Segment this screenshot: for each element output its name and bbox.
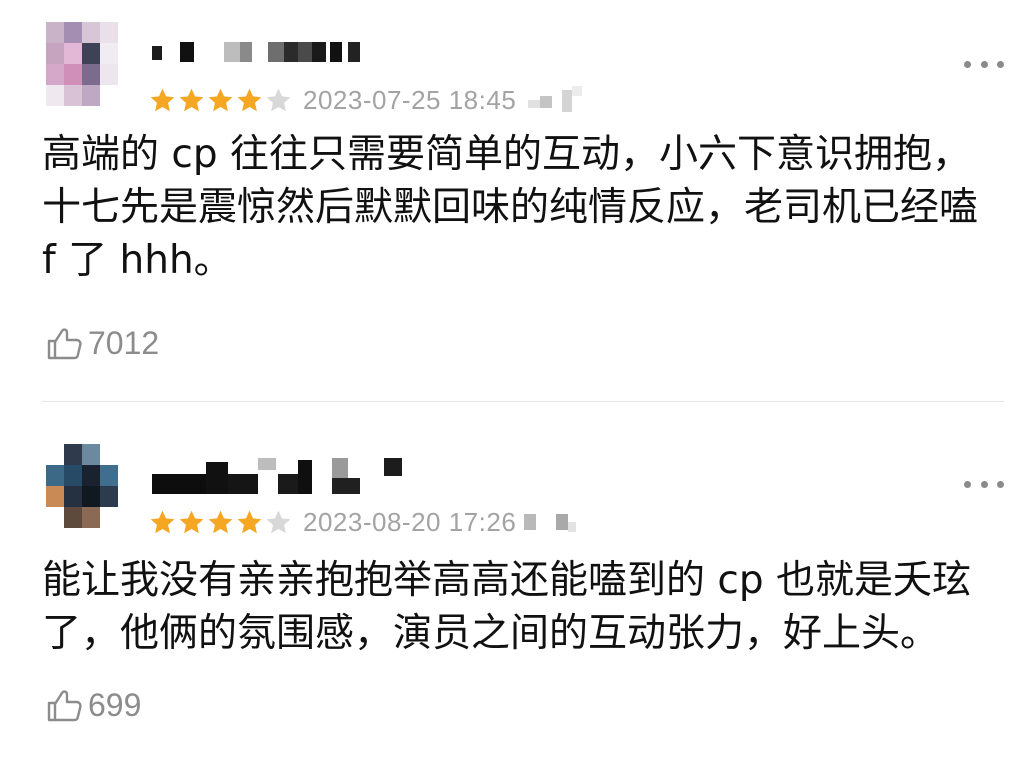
star-filled-icon [235, 86, 264, 115]
like-count: 7012 [88, 324, 160, 361]
divider [42, 401, 1004, 402]
review-timestamp: 2023-08-20 17:26 [303, 506, 517, 537]
reviews-page: 2023-07-25 18:45 高端的 cp 往往只需要简单的互动，小六下意识… [0, 0, 1024, 768]
star-filled-icon [206, 86, 235, 115]
review-item: 2023-08-20 17:26 能让我没有亲亲抱抱举高高还能嗑到的 cp 也就… [0, 404, 1024, 768]
username-redacted[interactable] [152, 456, 412, 496]
star-rating [148, 506, 293, 538]
star-filled-icon [148, 86, 177, 115]
more-horizontal-dots-icon [964, 60, 971, 68]
review-meta: 2023-07-25 18:45 [148, 84, 586, 116]
star-filled-icon [148, 508, 177, 537]
star-empty-icon [264, 86, 293, 115]
like-count: 699 [88, 686, 142, 723]
redacted-location [522, 508, 586, 536]
review-comment: 高端的 cp 往往只需要简单的互动，小六下意识拥抱，十七先是震惊然后默默回味的纯… [42, 132, 979, 283]
username-redacted[interactable] [152, 42, 362, 62]
like-button[interactable]: 699 [44, 684, 141, 726]
review-item: 2023-07-25 18:45 高端的 cp 往往只需要简单的互动，小六下意识… [0, 0, 1024, 402]
star-filled-icon [177, 508, 206, 537]
review-meta: 2023-08-20 17:26 [148, 506, 586, 538]
more-horizontal-dots-icon [964, 480, 971, 488]
star-rating [148, 84, 293, 116]
like-button[interactable]: 7012 [44, 322, 159, 364]
review-timestamp: 2023-07-25 18:45 [303, 84, 517, 115]
avatar[interactable] [46, 22, 118, 106]
star-empty-icon [264, 508, 293, 537]
star-filled-icon [206, 508, 235, 537]
redacted-location [522, 86, 586, 114]
avatar[interactable] [46, 444, 118, 528]
more-options-button[interactable] [964, 474, 1004, 494]
thumbs-up-icon [44, 322, 86, 364]
thumbs-up-icon [44, 684, 86, 726]
star-filled-icon [235, 508, 264, 537]
star-filled-icon [177, 86, 206, 115]
more-options-button[interactable] [964, 54, 1004, 74]
review-comment: 能让我没有亲亲抱抱举高高还能嗑到的 cp 也就是夭玹了，他俩的氛围感，演员之间的… [42, 558, 971, 656]
